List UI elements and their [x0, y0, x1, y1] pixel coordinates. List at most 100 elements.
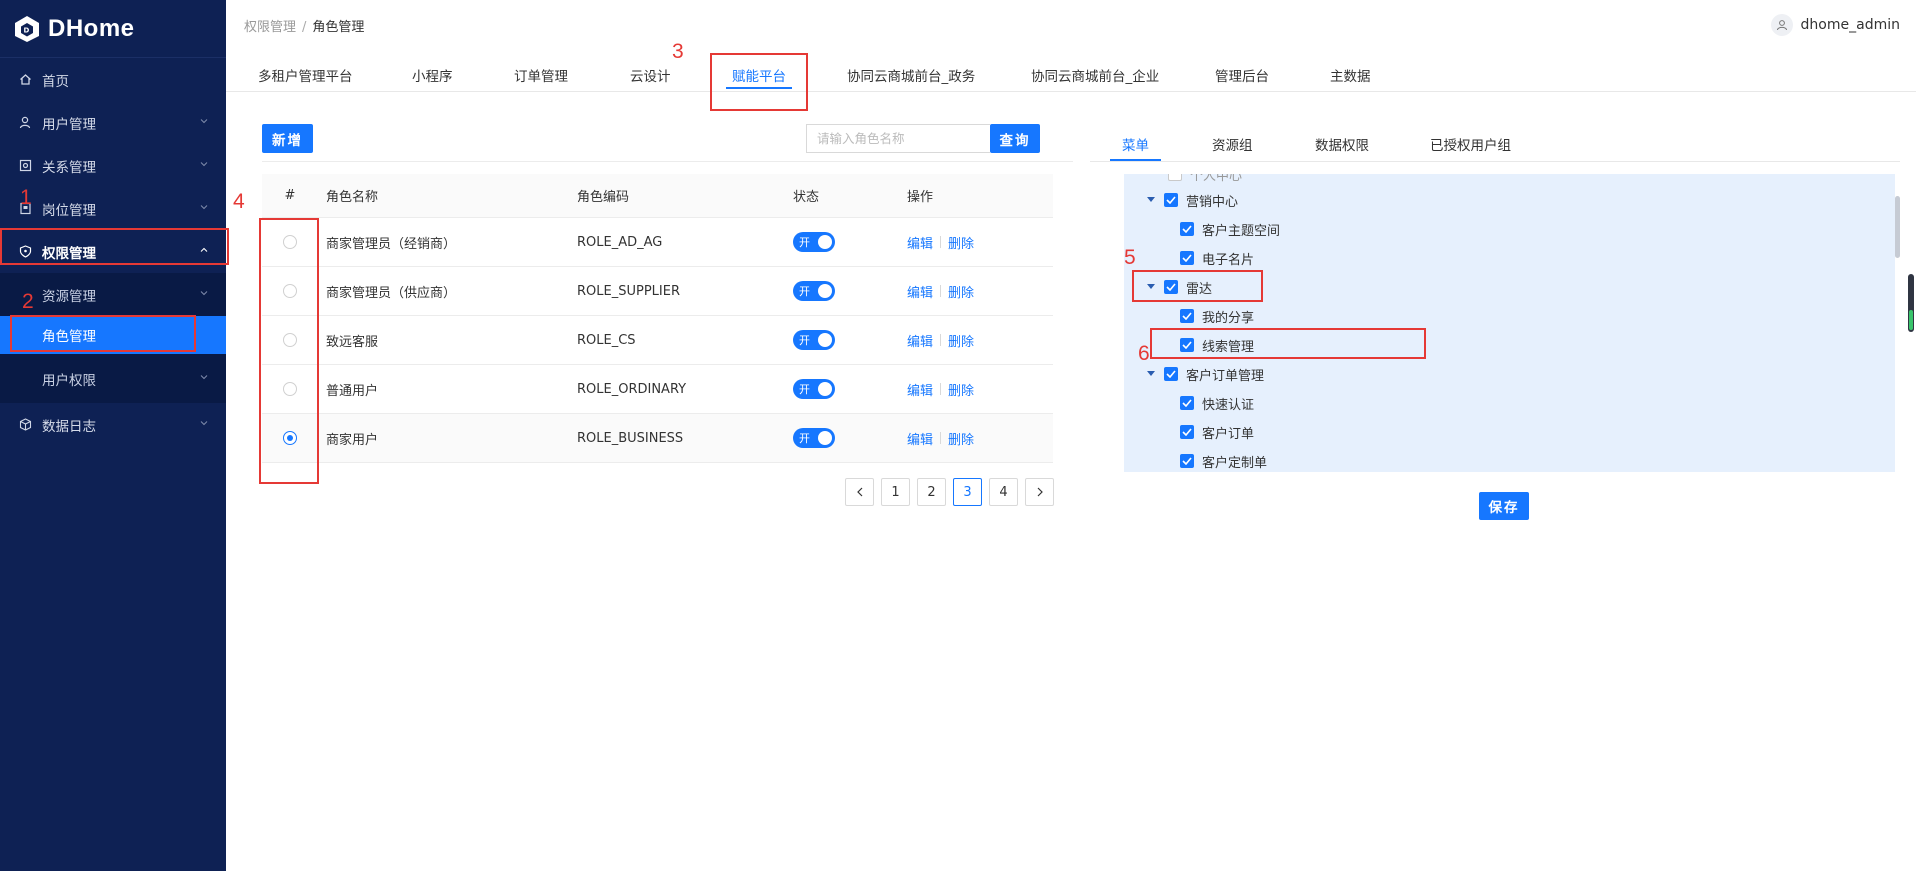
table-row[interactable]: 商家用户 ROLE_BUSINESS 开 编辑 删除: [262, 414, 1053, 463]
action-separator: [940, 432, 942, 444]
tree-checkbox[interactable]: [1168, 174, 1182, 181]
table-row[interactable]: 普通用户 ROLE_ORDINARY 开 编辑 删除: [262, 365, 1053, 414]
tree-scrollbar[interactable]: [1895, 196, 1900, 258]
delete-link[interactable]: 删除: [948, 233, 974, 252]
tree-node-marketing-center[interactable]: 营销中心: [1146, 189, 1238, 211]
tab-menu[interactable]: 菜单: [1110, 134, 1161, 161]
role-search-input[interactable]: [806, 124, 990, 153]
add-role-button[interactable]: 新增: [262, 124, 313, 153]
sidebar-item-home[interactable]: 首页: [0, 58, 226, 101]
status-toggle[interactable]: 开: [793, 281, 835, 301]
tree-checkbox[interactable]: [1164, 280, 1178, 294]
tree-checkbox[interactable]: [1180, 454, 1194, 468]
edit-link[interactable]: 编辑: [907, 233, 933, 252]
tree-node-personal-center[interactable]: 个人中心: [1168, 174, 1242, 185]
table-row[interactable]: 商家管理员（供应商） ROLE_SUPPLIER 开 编辑 删除: [262, 267, 1053, 316]
tab-cloud-design[interactable]: 云设计: [630, 65, 671, 85]
tree-node-customer-order[interactable]: 客户订单: [1180, 421, 1254, 443]
tree-checkbox[interactable]: [1180, 396, 1194, 410]
tree-checkbox[interactable]: [1180, 338, 1194, 352]
sidebar-item-permission-management[interactable]: 权限管理: [0, 230, 226, 273]
page-1-button[interactable]: 1: [881, 478, 910, 506]
sidebar-item-label: 资源管理: [42, 288, 96, 305]
tab-enablement-platform[interactable]: 赋能平台: [726, 65, 792, 89]
divider: [262, 161, 1073, 162]
permission-tabs: 菜单 资源组 数据权限 已授权用户组: [1090, 130, 1900, 162]
sidebar-item-data-log[interactable]: 数据日志: [0, 403, 226, 446]
status-toggle[interactable]: 开: [793, 379, 835, 399]
row-radio[interactable]: [283, 284, 297, 298]
edit-link[interactable]: 编辑: [907, 429, 933, 448]
tab-master-data[interactable]: 主数据: [1330, 65, 1371, 85]
tree-node-custom-order[interactable]: 客户定制单: [1180, 450, 1267, 472]
sidebar-item-relation-management[interactable]: 关系管理: [0, 144, 226, 187]
tree-checkbox[interactable]: [1180, 309, 1194, 323]
tree-node-customer-order-management[interactable]: 客户订单管理: [1146, 363, 1264, 385]
tab-mall-government[interactable]: 协同云商城前台_政务: [847, 65, 975, 85]
tree-node-my-share[interactable]: 我的分享: [1180, 305, 1254, 327]
tree-node-radar[interactable]: 雷达: [1146, 276, 1212, 298]
tab-admin-backend[interactable]: 管理后台: [1215, 65, 1269, 85]
header: 权限管理 / 角色管理 dhome_admin: [226, 0, 1916, 50]
chevron-down-icon: [200, 204, 208, 209]
tab-data-permission[interactable]: 数据权限: [1315, 134, 1369, 154]
delete-link[interactable]: 删除: [948, 429, 974, 448]
tree-checkbox[interactable]: [1164, 367, 1178, 381]
breadcrumb-separator: /: [302, 20, 307, 35]
prev-page-button[interactable]: [845, 478, 874, 506]
tree-node-label: 客户订单管理: [1186, 368, 1265, 384]
tab-authorized-user-groups[interactable]: 已授权用户组: [1430, 134, 1511, 154]
avatar-icon: [1770, 14, 1793, 36]
row-radio[interactable]: [283, 333, 297, 347]
page-2-button[interactable]: 2: [917, 478, 946, 506]
tree-node-ecard[interactable]: 电子名片: [1180, 247, 1254, 269]
tab-resource-group[interactable]: 资源组: [1212, 134, 1253, 154]
tree-node-quick-auth[interactable]: 快速认证: [1180, 392, 1254, 414]
tree-checkbox[interactable]: [1164, 193, 1178, 207]
status-toggle[interactable]: 开: [793, 232, 835, 252]
delete-link[interactable]: 删除: [948, 380, 974, 399]
page-4-button[interactable]: 4: [989, 478, 1018, 506]
column-header-index: #: [284, 188, 296, 203]
user-menu[interactable]: dhome_admin: [1770, 14, 1900, 36]
annotation-4: 4: [233, 190, 245, 213]
role-table: # 角色名称 角色编码 状态 操作 商家管理员（经销商） ROLE_AD_AG …: [262, 174, 1053, 463]
caret-down-icon[interactable]: [1146, 282, 1156, 292]
search-button[interactable]: 查询: [990, 124, 1040, 153]
tree-node-leads-management[interactable]: 线索管理: [1180, 334, 1254, 356]
caret-down-icon[interactable]: [1146, 195, 1156, 205]
sidebar-item-user-management[interactable]: 用户管理: [0, 101, 226, 144]
sidebar-item-role-management[interactable]: 角色管理: [0, 316, 226, 354]
status-toggle-label: 开: [799, 285, 810, 298]
sidebar-item-post-management[interactable]: 岗位管理: [0, 187, 226, 230]
save-button[interactable]: 保存: [1479, 492, 1529, 520]
sidebar-item-resource-management[interactable]: 资源管理: [0, 273, 226, 316]
table-row[interactable]: 商家管理员（经销商） ROLE_AD_AG 开 编辑 删除: [262, 218, 1053, 267]
table-row[interactable]: 致远客服 ROLE_CS 开 编辑 删除: [262, 316, 1053, 365]
page-3-button[interactable]: 3: [953, 478, 982, 506]
tree-node-customer-space[interactable]: 客户主题空间: [1180, 218, 1280, 240]
edit-link[interactable]: 编辑: [907, 282, 933, 301]
tab-mall-enterprise[interactable]: 协同云商城前台_企业: [1031, 65, 1159, 85]
logo[interactable]: D DHome: [0, 0, 226, 58]
row-radio[interactable]: [283, 235, 297, 249]
tab-multi-tenant[interactable]: 多租户管理平台: [258, 65, 353, 85]
edit-link[interactable]: 编辑: [907, 380, 933, 399]
delete-link[interactable]: 删除: [948, 331, 974, 350]
delete-link[interactable]: 删除: [948, 282, 974, 301]
row-radio[interactable]: [283, 382, 297, 396]
breadcrumb-parent[interactable]: 权限管理: [244, 20, 296, 35]
tab-mini-program[interactable]: 小程序: [412, 65, 453, 85]
tab-order-management[interactable]: 订单管理: [514, 65, 568, 85]
check-icon: [1182, 312, 1192, 320]
status-toggle[interactable]: 开: [793, 428, 835, 448]
tree-checkbox[interactable]: [1180, 251, 1194, 265]
next-page-button[interactable]: [1025, 478, 1054, 506]
tree-checkbox[interactable]: [1180, 425, 1194, 439]
caret-down-icon[interactable]: [1146, 369, 1156, 379]
row-radio[interactable]: [283, 431, 297, 445]
status-toggle[interactable]: 开: [793, 330, 835, 350]
tree-checkbox[interactable]: [1180, 222, 1194, 236]
sidebar-item-user-permission[interactable]: 用户权限: [0, 354, 226, 403]
edit-link[interactable]: 编辑: [907, 331, 933, 350]
